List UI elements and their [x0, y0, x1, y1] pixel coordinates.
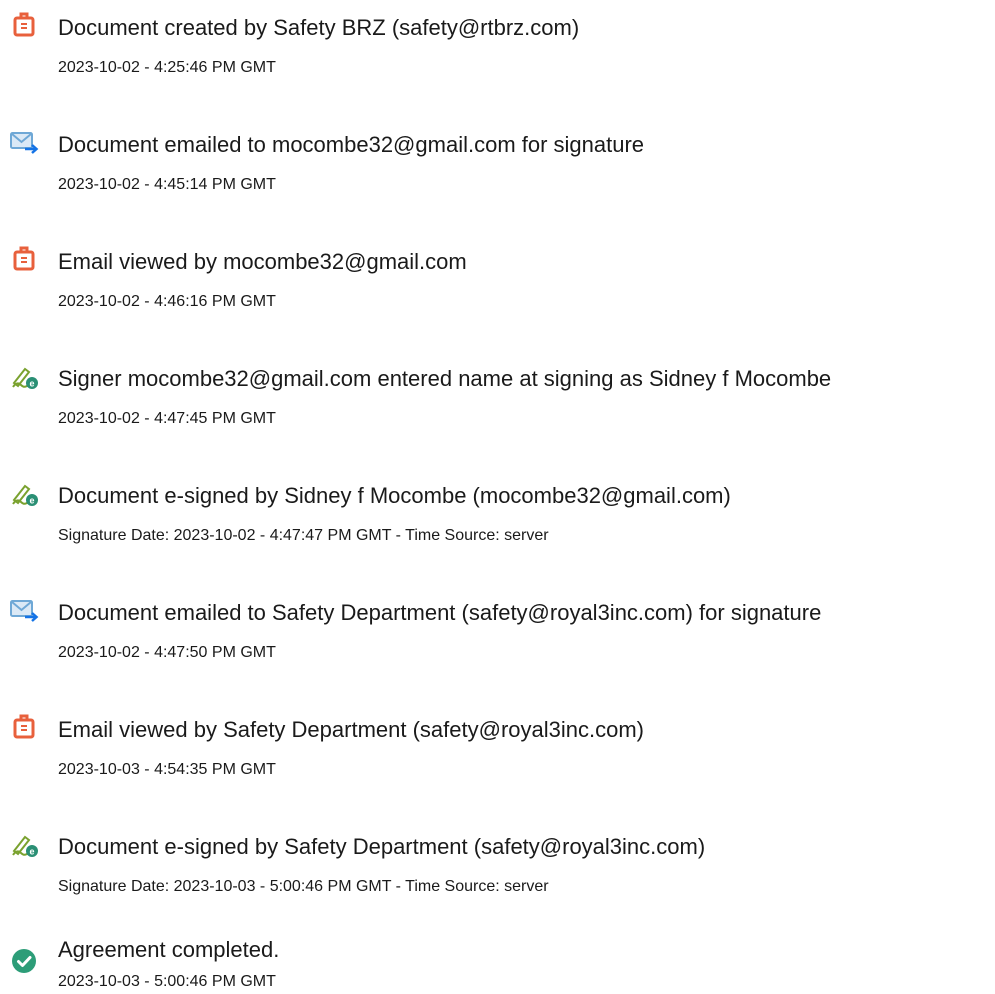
event-title: Document created by Safety BRZ (safety@r… — [58, 15, 580, 40]
audit-event: Document created by Safety BRZ (safety@r… — [0, 0, 995, 100]
audit-event: e Document e-signed by Safety Department… — [0, 819, 995, 919]
document-icon — [9, 10, 39, 40]
event-title: Document emailed to mocombe32@gmail.com … — [58, 132, 645, 157]
event-date: Signature Date: 2023-10-03 - 5:00:46 PM … — [58, 878, 549, 895]
e-sign-icon: e — [9, 361, 39, 391]
svg-text:e: e — [29, 847, 34, 857]
audit-event: e Signer mocombe32@gmail.com entered nam… — [0, 351, 995, 451]
audit-event: Email viewed by Safety Department (safet… — [0, 702, 995, 802]
event-title: Signer mocombe32@gmail.com entered name … — [58, 366, 832, 391]
document-icon — [9, 244, 39, 274]
event-date: 2023-10-02 - 4:45:14 PM GMT — [58, 176, 276, 193]
event-date: 2023-10-02 - 4:47:45 PM GMT — [58, 410, 276, 427]
audit-event: Email viewed by mocombe32@gmail.com 2023… — [0, 234, 995, 334]
audit-event: e Document e-signed by Sidney f Mocombe … — [0, 468, 995, 568]
event-date: 2023-10-02 - 4:47:50 PM GMT — [58, 644, 276, 661]
event-title: Email viewed by Safety Department (safet… — [58, 717, 644, 742]
e-sign-icon: e — [9, 478, 39, 508]
email-sent-icon — [9, 595, 39, 625]
event-date: 2023-10-03 - 5:00:46 PM GMT — [58, 973, 276, 990]
svg-text:e: e — [29, 496, 34, 506]
document-icon — [9, 712, 39, 742]
email-sent-icon — [9, 127, 39, 157]
svg-text:e: e — [29, 379, 34, 389]
audit-event: Agreement completed. 2023-10-03 - 5:00:4… — [0, 936, 995, 994]
event-title: Document e-signed by Safety Department (… — [58, 834, 706, 859]
event-title: Document e-signed by Sidney f Mocombe (m… — [58, 483, 731, 508]
event-title: Agreement completed. — [58, 937, 280, 962]
e-sign-icon: e — [9, 829, 39, 859]
event-date: Signature Date: 2023-10-02 - 4:47:47 PM … — [58, 527, 549, 544]
event-date: 2023-10-03 - 4:54:35 PM GMT — [58, 761, 276, 778]
event-title: Email viewed by mocombe32@gmail.com — [58, 249, 467, 274]
event-date: 2023-10-02 - 4:25:46 PM GMT — [58, 59, 276, 76]
event-date: 2023-10-02 - 4:46:16 PM GMT — [58, 293, 276, 310]
check-circle-icon — [9, 946, 39, 976]
audit-event: Document emailed to mocombe32@gmail.com … — [0, 117, 995, 217]
audit-event: Document emailed to Safety Department (s… — [0, 585, 995, 685]
event-title: Document emailed to Safety Department (s… — [58, 600, 822, 625]
